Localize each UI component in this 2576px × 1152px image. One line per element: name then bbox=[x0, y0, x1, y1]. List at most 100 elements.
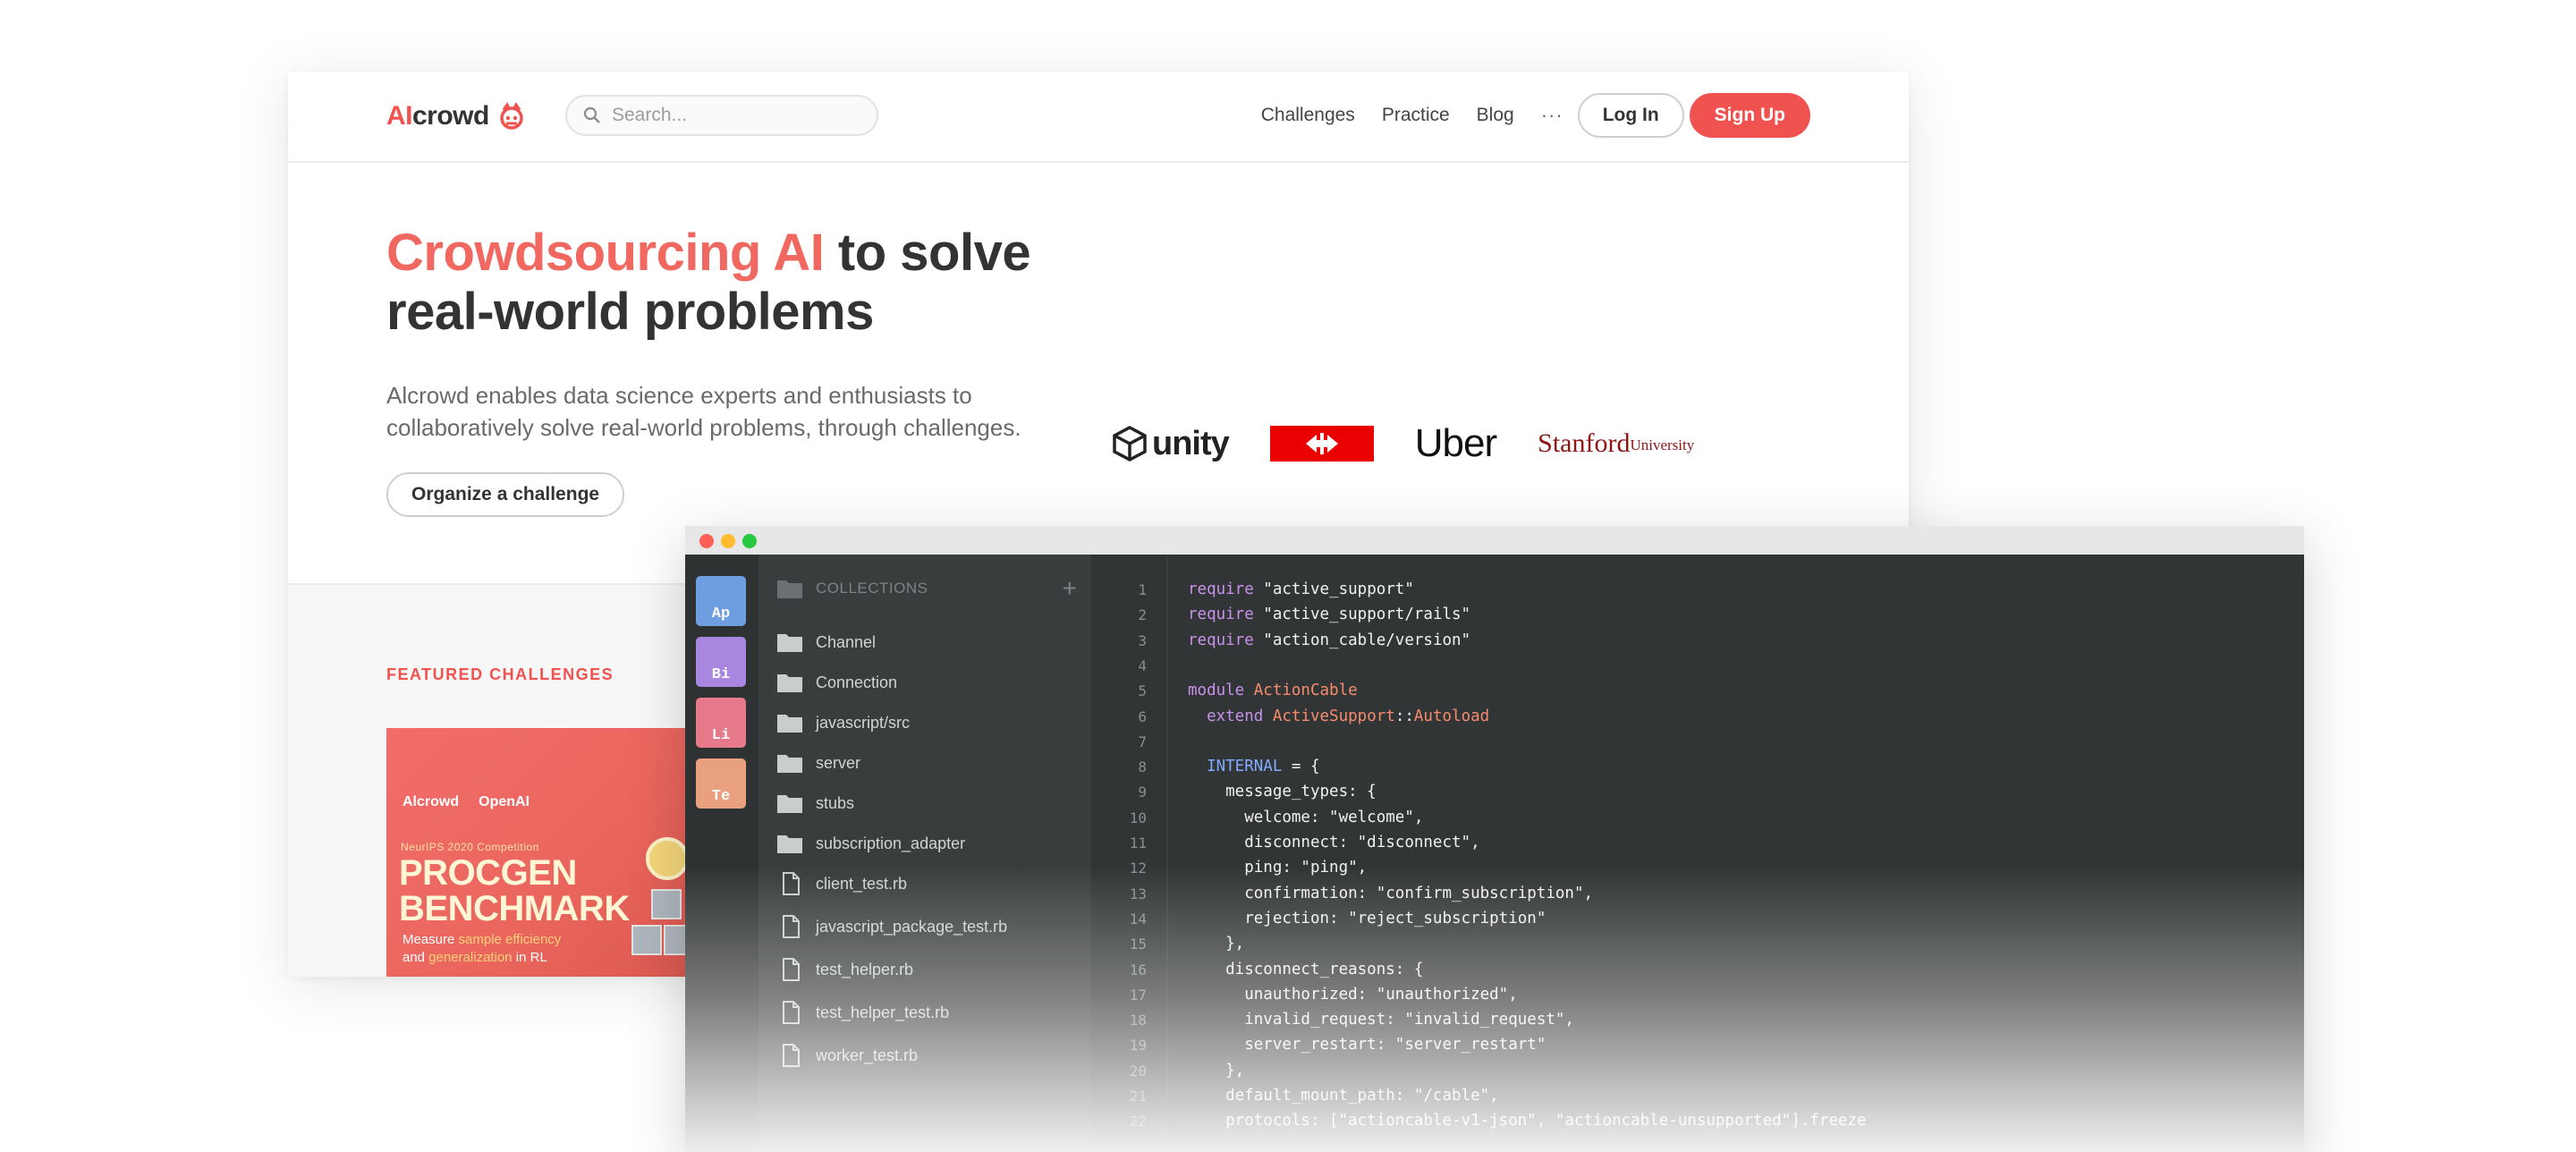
login-button[interactable]: Log In bbox=[1577, 93, 1684, 138]
file-icon bbox=[783, 915, 800, 938]
maximize-window-button[interactable] bbox=[742, 534, 757, 548]
folder-name: Channel bbox=[816, 632, 877, 651]
project-tile-ap[interactable]: Ap bbox=[696, 576, 746, 626]
more-menu-icon[interactable]: ··· bbox=[1541, 104, 1563, 127]
code-token: }, bbox=[1188, 935, 1245, 953]
card-desc-1: Measure sample efficiency bbox=[402, 932, 562, 947]
folder-item[interactable]: javascript/src bbox=[776, 705, 910, 741]
folder-name: Connection bbox=[816, 673, 898, 691]
folder-item[interactable]: subscription_adapter bbox=[776, 826, 965, 861]
file-item[interactable]: client_test.rb bbox=[776, 866, 907, 902]
folder-icon bbox=[777, 755, 802, 773]
unity-logo: unity bbox=[1111, 425, 1230, 463]
search-input[interactable] bbox=[610, 104, 855, 127]
folder-name: subscription_adapter bbox=[816, 834, 966, 852]
folder-item[interactable]: server bbox=[776, 745, 860, 781]
code-token: "action_cable/version" bbox=[1253, 631, 1471, 649]
code-token: ActiveSupport bbox=[1263, 707, 1395, 725]
file-item[interactable]: test_helper_test.rb bbox=[776, 995, 949, 1030]
code-line: rejection: "reject_subscription" bbox=[1188, 910, 1546, 928]
line-number: 2 bbox=[1138, 606, 1147, 624]
code-editor-window: Ap Bi Li Te COLLECTIONS + Channel Connect… bbox=[685, 526, 2304, 1152]
project-tile-bi[interactable]: Bi bbox=[696, 637, 746, 687]
file-item[interactable]: worker_test.rb bbox=[776, 1038, 918, 1073]
folder-icon bbox=[777, 795, 802, 813]
code-line: welcome: "welcome", bbox=[1188, 809, 1423, 826]
sbb-logo bbox=[1269, 426, 1374, 462]
folder-item[interactable]: Channel bbox=[776, 624, 876, 660]
hero-title-part1: to solve bbox=[824, 224, 1031, 282]
folder-icon bbox=[777, 674, 802, 692]
file-name: client_test.rb bbox=[816, 874, 908, 893]
file-item[interactable]: javascript_package_test.rb bbox=[776, 909, 1007, 944]
medal-icon bbox=[646, 837, 689, 880]
nav-link-challenges[interactable]: Challenges bbox=[1261, 105, 1355, 126]
hero-title-part2: real-world problems bbox=[386, 283, 874, 341]
minimize-window-button[interactable] bbox=[721, 534, 735, 548]
line-number: 9 bbox=[1138, 784, 1147, 801]
nav-links: Challenges Practice Blog ··· Log In Sign… bbox=[1261, 93, 1810, 138]
add-collection-icon[interactable]: + bbox=[1063, 572, 1077, 605]
card-title-2: BENCHMARK bbox=[399, 889, 630, 928]
file-icon bbox=[783, 1044, 800, 1067]
folder-icon bbox=[777, 634, 802, 652]
code-token: default_mount_path: "/cable", bbox=[1188, 1087, 1499, 1105]
file-icon bbox=[783, 958, 800, 981]
line-number: 16 bbox=[1129, 961, 1147, 978]
code-line: }, bbox=[1188, 1062, 1244, 1080]
folder-icon bbox=[777, 580, 802, 598]
code-line: module ActionCable bbox=[1188, 682, 1358, 699]
search-box[interactable] bbox=[565, 95, 878, 136]
line-number: 18 bbox=[1129, 1012, 1147, 1029]
line-number: 8 bbox=[1138, 758, 1147, 776]
code-token: server_restart: "server_restart" bbox=[1188, 1036, 1546, 1055]
hero-description: Alcrowd enables data science experts and… bbox=[386, 382, 1021, 441]
code-line: extend ActiveSupport::Autoload bbox=[1188, 707, 1489, 725]
code-token: ActionCable bbox=[1244, 682, 1358, 700]
card-desc-2: and generalization in RL bbox=[402, 950, 547, 965]
line-number-gutter: 1 2 3 4 5 6 7 8 9 10 11 12 13 14 15 16 17 18 19 20 21 22 bbox=[1091, 555, 1168, 1152]
card-title-1: PROCGEN bbox=[399, 853, 577, 893]
challenge-card[interactable]: Alcrowd OpenAI NeurIPS 2020 Competition … bbox=[386, 728, 708, 977]
line-number: 7 bbox=[1138, 733, 1147, 750]
project-tile-te[interactable]: Te bbox=[696, 758, 746, 809]
nav-link-blog[interactable]: Blog bbox=[1477, 105, 1514, 126]
close-window-button[interactable] bbox=[699, 534, 714, 548]
code-token: protocols: ["actioncable-v1-json", "acti… bbox=[1188, 1112, 1867, 1131]
code-token: module bbox=[1188, 682, 1245, 700]
nav-link-practice[interactable]: Practice bbox=[1382, 105, 1450, 126]
aicrowd-logo[interactable]: AI crowd bbox=[386, 98, 527, 134]
featured-heading: FEATURED CHALLENGES bbox=[386, 665, 614, 683]
code-line: default_mount_path: "/cable", bbox=[1188, 1087, 1499, 1105]
line-number: 20 bbox=[1129, 1062, 1147, 1080]
top-navbar: AIcrowd Challenges Practice Blog ··· Log… bbox=[288, 72, 1909, 163]
file-item[interactable]: test_helper.rb bbox=[776, 952, 913, 987]
file-sidebar: COLLECTIONS + Channel Connection javascrip… bbox=[758, 555, 1093, 1152]
file-name: worker_test.rb bbox=[816, 1046, 919, 1064]
code-token: = { bbox=[1282, 758, 1320, 776]
card-subtitle: NeurIPS 2020 Competition bbox=[401, 841, 539, 853]
file-icon bbox=[783, 872, 800, 895]
code-line: require "active_support" bbox=[1188, 580, 1414, 598]
file-name: test_helper.rb bbox=[816, 960, 914, 978]
signup-button[interactable]: Sign Up bbox=[1689, 93, 1810, 138]
code-pane[interactable]: 1 2 3 4 5 6 7 8 9 10 11 12 13 14 15 16 17 18 19 20 21 22 requ… bbox=[1091, 555, 2304, 1152]
uber-logo: Uber bbox=[1414, 421, 1497, 465]
code-token: require bbox=[1188, 631, 1254, 649]
hero-section: Crowdsourcing AI to solve real-world prob… bbox=[386, 224, 1066, 444]
code-token: invalid_request: "invalid_request", bbox=[1188, 1011, 1574, 1029]
stanford-logo: Stanford University bbox=[1538, 428, 1695, 458]
partner-logos: unity Uber Stanford University bbox=[1111, 411, 1735, 476]
folder-name: javascript/src bbox=[816, 713, 911, 732]
folder-item[interactable]: stubs bbox=[776, 785, 854, 821]
code-line: invalid_request: "invalid_request", bbox=[1188, 1011, 1574, 1029]
code-line: disconnect: "disconnect", bbox=[1188, 834, 1479, 851]
code-line: protocols: ["actioncable-v1-json", "acti… bbox=[1188, 1112, 1867, 1131]
project-tile-li[interactable]: Li bbox=[696, 698, 746, 748]
organize-challenge-button[interactable]: Organize a challenge bbox=[386, 472, 625, 517]
file-name: test_helper_test.rb bbox=[816, 1003, 950, 1021]
code-line: require "active_support/rails" bbox=[1188, 606, 1470, 623]
folder-item[interactable]: Connection bbox=[776, 665, 897, 700]
code-line: disconnect_reasons: { bbox=[1188, 961, 1423, 978]
crowd-mascot-icon bbox=[500, 102, 523, 130]
